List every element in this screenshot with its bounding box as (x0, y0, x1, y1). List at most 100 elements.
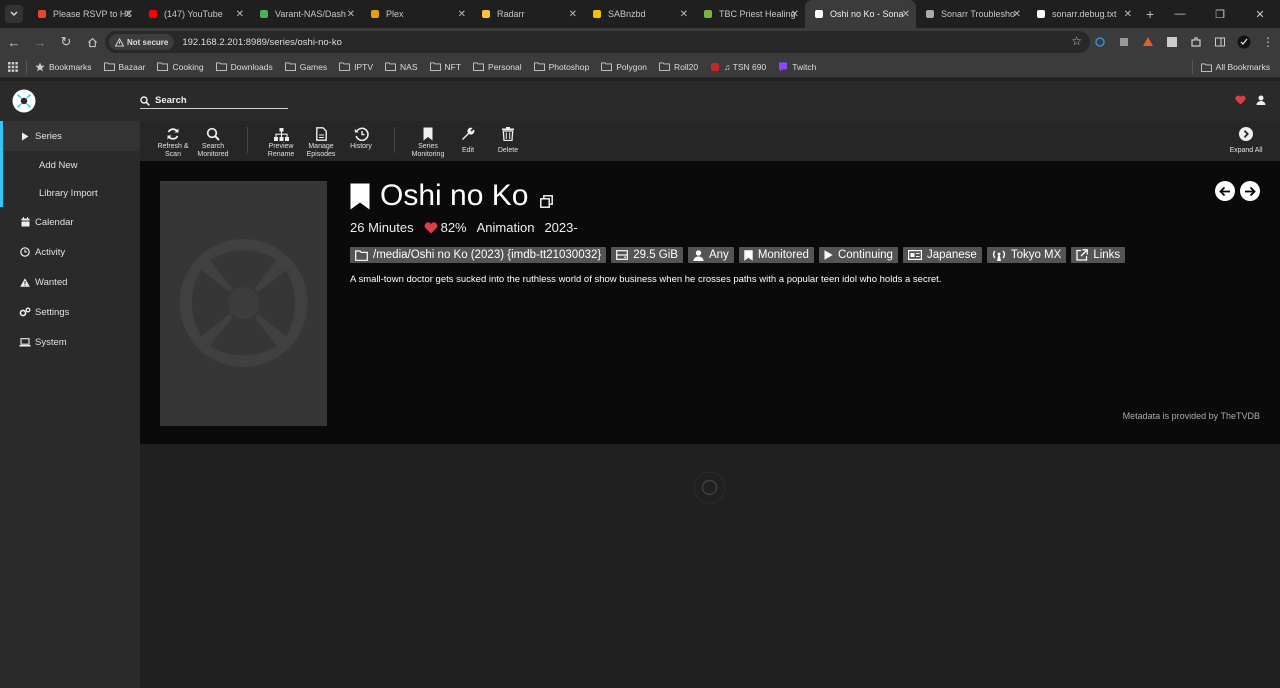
restore-button[interactable]: ❐ (1200, 8, 1240, 21)
browser-tab[interactable]: Oshi no Ko - Sona ✕ (805, 0, 916, 28)
search-monitored-button[interactable]: Search Monitored (196, 125, 230, 159)
bookmark-item[interactable]: Polygon (601, 62, 647, 72)
forward-button[interactable]: → (28, 30, 52, 54)
sidebar: Series Add New Library Import Calendar A… (0, 121, 140, 688)
folder-icon (339, 62, 351, 71)
sidebar-item-system[interactable]: System (0, 327, 140, 357)
sidebar-item-library-import[interactable]: Library Import (0, 179, 140, 207)
browser-tab[interactable]: Please RSVP to HC ✕ (28, 0, 139, 28)
close-tab-icon[interactable]: ✕ (791, 9, 799, 20)
close-tab-icon[interactable]: ✕ (347, 9, 355, 20)
sidebar-item-calendar[interactable]: Calendar (0, 207, 140, 237)
series-tags: /media/Oshi no Ko (2023) {imdb-tt2103003… (350, 247, 1130, 263)
series-overview: A small-town doctor gets sucked into the… (350, 274, 942, 285)
search-icon (140, 95, 150, 106)
minimize-button[interactable]: — (1160, 8, 1200, 20)
extension-icon-2[interactable] (1112, 34, 1136, 50)
edit-button[interactable]: Edit (454, 125, 482, 155)
series-monitoring-button[interactable]: Series Monitoring (408, 125, 448, 159)
series-poster-placeholder (160, 181, 327, 426)
browser-tab[interactable]: (147) YouTube ✕ (139, 0, 250, 28)
bookmark-item[interactable]: Bookmarks (35, 62, 92, 72)
sidebar-item-wanted[interactable]: Wanted (0, 267, 140, 297)
donate-heart-icon[interactable] (1235, 95, 1246, 105)
play-icon (19, 132, 31, 141)
not-secure-chip[interactable]: Not secure (109, 34, 175, 50)
extensions-puzzle-icon[interactable] (1184, 34, 1208, 50)
series-monitoring-label: Series Monitoring (411, 143, 445, 158)
back-button[interactable]: ← (2, 30, 26, 54)
close-tab-icon[interactable]: ✕ (125, 9, 133, 20)
links-tag[interactable]: Links (1071, 247, 1126, 263)
bookmark-item[interactable]: NAS (385, 61, 418, 72)
extension-icon-1[interactable] (1088, 34, 1112, 50)
sidebar-item-activity[interactable]: Activity (0, 237, 140, 267)
alternate-titles-icon[interactable] (540, 194, 554, 208)
browser-tab[interactable]: Varant-NAS/Dash ✕ (250, 0, 361, 28)
profile-avatar[interactable] (1232, 34, 1256, 50)
bookmark-star-icon[interactable]: ☆ (1071, 34, 1082, 48)
close-tab-icon[interactable]: ✕ (1013, 9, 1021, 20)
side-panel-icon[interactable] (1208, 34, 1232, 50)
close-tab-icon[interactable]: ✕ (236, 9, 244, 20)
browser-tab[interactable]: TBC Priest Healing ✕ (694, 0, 805, 28)
bookmark-item[interactable]: Roll20 (659, 62, 698, 72)
browser-tab[interactable]: Sonarr Troublesho ✕ (916, 0, 1027, 28)
bookmark-item[interactable]: NFT (429, 62, 461, 72)
folder-icon (284, 62, 296, 71)
expand-all-button[interactable]: Expand All (1226, 125, 1266, 155)
all-bookmarks-button[interactable]: All Bookmarks (1191, 60, 1270, 74)
browser-tab[interactable]: Radarr ✕ (472, 0, 583, 28)
tab-search-button[interactable] (5, 5, 23, 23)
close-tab-icon[interactable]: ✕ (569, 9, 577, 20)
bookmark-item[interactable]: ♫ TSN 690 (710, 62, 766, 72)
sidebar-item-add-new[interactable]: Add New (0, 151, 140, 179)
apps-grid-icon[interactable] (8, 61, 18, 72)
extension-icon-3[interactable] (1136, 34, 1160, 50)
manage-episodes-button[interactable]: Manage Episodes (304, 125, 338, 159)
close-tab-icon[interactable]: ✕ (680, 9, 688, 20)
preview-rename-button[interactable]: Preview Rename (264, 125, 298, 159)
bookmark-label: Roll20 (673, 61, 699, 72)
toolbar-divider (247, 127, 248, 153)
home-button[interactable] (80, 30, 104, 54)
sidebar-item-series[interactable]: Series (0, 121, 140, 151)
delete-button[interactable]: Delete (494, 125, 522, 155)
close-tab-icon[interactable]: ✕ (1124, 9, 1132, 20)
next-series-button[interactable] (1240, 181, 1260, 201)
new-tab-button[interactable]: + (1146, 6, 1154, 22)
sidebar-item-label: System (35, 336, 67, 348)
browser-tab[interactable]: sonarr.debug.txt ✕ (1027, 0, 1138, 28)
folder-icon (533, 62, 545, 71)
bookmark-item[interactable]: Cooking (157, 62, 204, 72)
size-tag: 29.5 GiB (611, 247, 683, 263)
series-search-input[interactable]: Search (140, 93, 288, 109)
bookmark-label: NAS (400, 61, 418, 72)
sonarr-logo[interactable] (12, 89, 36, 113)
reload-button[interactable]: ↻ (54, 30, 78, 54)
sidebar-item-settings[interactable]: Settings (0, 297, 140, 327)
address-bar[interactable]: Not secure 192.168.2.201:8989/series/osh… (105, 31, 1090, 53)
bookmark-item[interactable]: Personal (473, 62, 522, 72)
history-button[interactable]: History (344, 125, 378, 151)
close-tab-icon[interactable]: ✕ (902, 9, 910, 20)
bookmark-item[interactable]: Photoshop (533, 62, 589, 72)
bookmark-item[interactable]: IPTV (339, 62, 373, 72)
close-window-button[interactable]: ✕ (1240, 8, 1280, 21)
close-tab-icon[interactable]: ✕ (458, 9, 466, 20)
bookmark-item[interactable]: Games (284, 62, 327, 72)
user-menu-icon[interactable] (1256, 95, 1266, 105)
previous-series-button[interactable] (1215, 181, 1235, 201)
refresh-scan-button[interactable]: Refresh & Scan (156, 125, 190, 159)
monitored-bookmark-icon[interactable] (350, 183, 370, 210)
bookmark-item[interactable]: Twitch (778, 62, 816, 72)
bookmark-item[interactable]: Downloads (215, 62, 273, 72)
browser-menu-icon[interactable]: ⋮ (1256, 34, 1280, 50)
browser-tab[interactable]: SABnzbd ✕ (583, 0, 694, 28)
extension-icon-4[interactable] (1160, 34, 1184, 50)
warning-icon (19, 277, 31, 287)
bookmark-label: Twitch (792, 61, 817, 72)
series-navigation (1210, 181, 1260, 201)
browser-tab[interactable]: Plex ✕ (361, 0, 472, 28)
bookmark-item[interactable]: Bazaar (103, 62, 145, 72)
